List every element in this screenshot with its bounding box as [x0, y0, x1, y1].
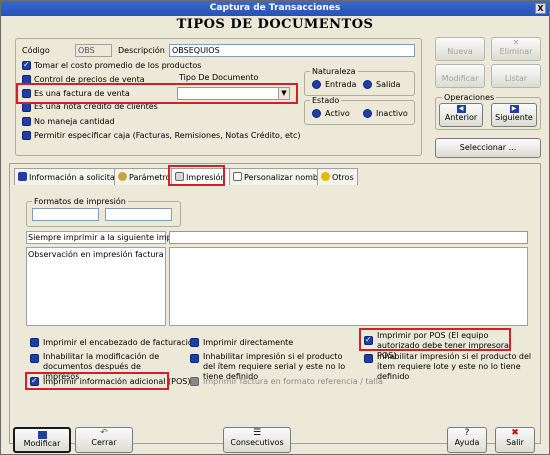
- activo-label: Activo: [325, 109, 350, 118]
- descripcion-label: Descripción: [118, 46, 165, 55]
- salir-button[interactable]: ✖ Salir: [495, 427, 535, 453]
- modificar-top-label: Modificar: [441, 74, 479, 83]
- list-icon: [492, 65, 540, 74]
- operaciones-label: Operaciones: [442, 93, 497, 102]
- prev-arrow-icon: ◀: [456, 105, 466, 113]
- nueva-label: Nueva: [447, 47, 473, 56]
- modificar-button[interactable]: Modificar: [13, 427, 71, 453]
- consecutivos-button[interactable]: ☰ Consecutivos: [223, 427, 291, 453]
- cerrar-label: Cerrar: [91, 438, 117, 447]
- next-arrow-icon: ▶: [509, 105, 519, 113]
- gear-icon: [118, 172, 127, 181]
- document-icon: [233, 172, 242, 181]
- formato-2-field[interactable]: [105, 208, 172, 221]
- salida-radio[interactable]: [363, 80, 372, 89]
- formato-referencia-label: Imprimir factura en formato referencia /…: [203, 377, 383, 386]
- inactivo-radio[interactable]: [363, 109, 372, 118]
- observacion-label: Observación en impresión factura: [28, 250, 164, 259]
- eliminar-button[interactable]: ✕ Eliminar: [491, 37, 541, 61]
- transaction-window: Captura de Transacciones X TIPOS DE DOCU…: [0, 0, 550, 455]
- inactivo-label: Inactivo: [376, 109, 408, 118]
- imprimir-directamente-checkbox[interactable]: [190, 338, 199, 347]
- cerrar-button[interactable]: ↶ Cerrar: [75, 427, 133, 453]
- formato-referencia-checkbox[interactable]: [190, 377, 199, 386]
- window-title: Captura de Transacciones: [209, 3, 341, 13]
- entrada-label: Entrada: [325, 80, 357, 89]
- new-icon: [436, 38, 484, 47]
- encabezado-checkbox[interactable]: [30, 338, 39, 347]
- anterior-label: Anterior: [444, 113, 478, 122]
- costo-promedio-label: Tomar el costo promedio de los productos: [34, 61, 202, 70]
- formatos-label: Formatos de impresión: [32, 197, 128, 206]
- salida-label: Salida: [376, 80, 401, 89]
- anterior-button[interactable]: ◀ Anterior: [439, 103, 483, 127]
- naturaleza-label: Naturaleza: [310, 67, 358, 76]
- undo-arrow-icon: ↶: [100, 428, 108, 438]
- close-window-button[interactable]: X: [535, 3, 546, 14]
- salir-label: Salir: [506, 438, 524, 447]
- costo-promedio-checkbox[interactable]: [22, 60, 31, 70]
- siempre-impresora-field[interactable]: [169, 231, 528, 244]
- especificar-caja-label: Permitir especificar caja (Facturas, Rem…: [34, 131, 301, 140]
- eliminar-label: Eliminar: [499, 47, 533, 56]
- tab-informacion-label: Información a solicitar: [29, 173, 119, 182]
- no-maneja-cantidad-checkbox[interactable]: [22, 117, 31, 126]
- entrada-radio[interactable]: [312, 80, 321, 89]
- especificar-caja-checkbox[interactable]: [22, 131, 31, 140]
- tab-panel: Información a solicitar Parámetros Impre…: [9, 163, 541, 444]
- estado-label: Estado: [310, 96, 342, 105]
- coin-icon: [321, 172, 330, 181]
- tab-otros[interactable]: Otros: [317, 168, 358, 185]
- tipo-documento-label: Tipo De Documento: [179, 73, 259, 82]
- exit-icon: ✖: [511, 428, 519, 438]
- help-icon: ?: [464, 428, 470, 438]
- listar-label: Listar: [504, 74, 528, 83]
- nota-credito-checkbox[interactable]: [22, 103, 31, 112]
- descripcion-field[interactable]: OBSEQUIOS: [169, 44, 415, 57]
- listar-button[interactable]: Listar: [491, 64, 541, 88]
- tab-informacion[interactable]: Información a solicitar: [14, 168, 123, 185]
- ayuda-label: Ayuda: [454, 438, 480, 447]
- seleccionar-button[interactable]: Seleccionar ...: [435, 138, 541, 158]
- imprimir-directamente-label: Imprimir directamente: [203, 338, 294, 347]
- inhabilitar-serial-checkbox[interactable]: [190, 354, 199, 363]
- codigo-label: Código: [22, 46, 50, 55]
- inhabilitar-lote-label: Inhabilitar impresión si el producto del…: [377, 352, 532, 381]
- formato-1-field[interactable]: [32, 208, 99, 221]
- nueva-button[interactable]: Nueva: [435, 37, 485, 61]
- modificar-top-button[interactable]: Modificar: [435, 64, 485, 88]
- activo-radio[interactable]: [312, 109, 321, 118]
- siguiente-label: Siguiente: [495, 113, 533, 122]
- tab-otros-label: Otros: [332, 173, 354, 182]
- inhabilitar-lote-checkbox[interactable]: [364, 354, 373, 363]
- imprimir-pos-highlight: [359, 328, 511, 351]
- encabezado-label: Imprimir el encabezado de facturación: [43, 338, 198, 347]
- list-numbers-icon: ☰: [252, 428, 262, 438]
- observacion-textarea[interactable]: [169, 247, 528, 326]
- edit-icon: [436, 65, 484, 74]
- ayuda-button[interactable]: ? Ayuda: [447, 427, 487, 453]
- inhabilitar-modificacion-checkbox[interactable]: [30, 354, 39, 363]
- page-title: TIPOS DE DOCUMENTOS: [176, 17, 374, 32]
- consecutivos-label: Consecutivos: [230, 438, 284, 447]
- info-icon: [18, 172, 27, 181]
- tab-impresion-highlight: [168, 165, 225, 186]
- modificar-label: Modificar: [23, 439, 61, 448]
- codigo-field[interactable]: OBS: [75, 44, 112, 57]
- factura-venta-highlight: [16, 83, 298, 104]
- siguiente-button[interactable]: ▶ Siguiente: [491, 103, 537, 127]
- no-maneja-cantidad-label: No maneja cantidad: [34, 117, 115, 126]
- info-adicional-highlight: [25, 372, 169, 390]
- save-disk-icon: [37, 431, 47, 439]
- window-titlebar: Captura de Transacciones X: [1, 1, 549, 16]
- delete-icon: ✕: [512, 38, 520, 47]
